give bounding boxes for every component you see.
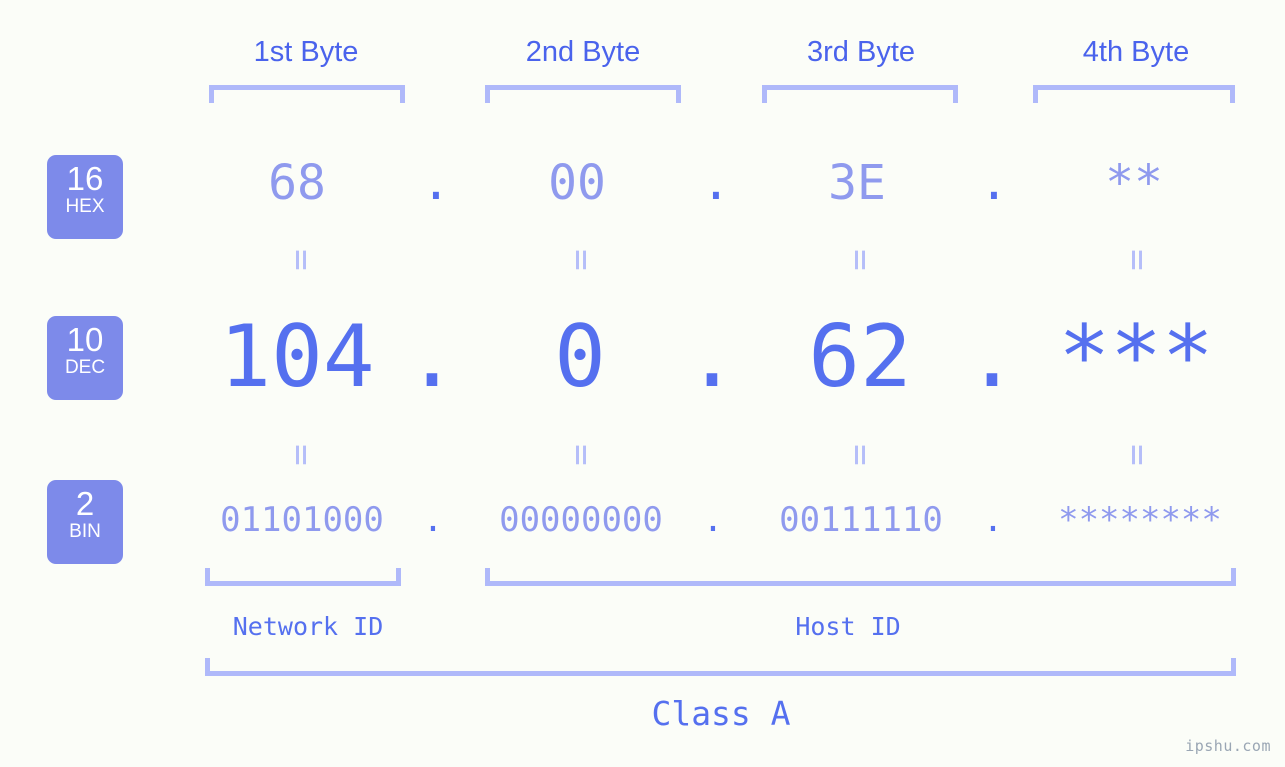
equals-connector-dec-bin-3: = bbox=[840, 444, 881, 466]
base-badge-hex-abbr: HEX bbox=[65, 196, 105, 217]
host-id-bracket bbox=[485, 568, 1236, 586]
hex-separator-3: . bbox=[979, 155, 1009, 211]
bin-byte-3: 00111110 bbox=[779, 500, 943, 540]
hex-separator-2: . bbox=[701, 155, 731, 211]
network-id-bracket bbox=[205, 568, 401, 586]
base-badge-bin-abbr: BIN bbox=[69, 521, 101, 542]
dec-byte-2: 0 bbox=[554, 307, 606, 407]
bin-separator-3: . bbox=[982, 500, 1004, 540]
dec-separator-1: . bbox=[406, 307, 458, 407]
byte-bracket-top-1 bbox=[209, 85, 405, 103]
host-id-label: Host ID bbox=[795, 612, 901, 641]
bin-byte-1: 01101000 bbox=[220, 500, 384, 540]
byte-header-2: 2nd Byte bbox=[525, 36, 641, 68]
byte-header-1: 1st Byte bbox=[253, 36, 359, 68]
dec-byte-3: 62 bbox=[808, 307, 912, 407]
base-badge-dec: 10 DEC bbox=[47, 316, 123, 400]
bin-byte-2: 00000000 bbox=[499, 500, 663, 540]
base-badge-dec-abbr: DEC bbox=[64, 357, 106, 378]
hex-byte-3: 3E bbox=[828, 155, 886, 211]
hex-separator-1: . bbox=[421, 155, 451, 211]
bin-separator-2: . bbox=[702, 500, 724, 540]
byte-header-3: 3rd Byte bbox=[807, 36, 915, 68]
bin-byte-4: ******** bbox=[1058, 500, 1222, 540]
hex-byte-1: 68 bbox=[268, 155, 326, 211]
network-id-label: Network ID bbox=[232, 612, 384, 641]
base-badge-hex-number: 16 bbox=[66, 160, 104, 197]
bin-separator-1: . bbox=[422, 500, 444, 540]
equals-connector-dec-bin-4: = bbox=[1117, 444, 1158, 466]
base-badge-bin-number: 2 bbox=[75, 485, 95, 522]
site-watermark: ipshu.com bbox=[1185, 737, 1271, 755]
equals-connector-dec-bin-2: = bbox=[561, 444, 602, 466]
ip-address-breakdown-diagram: 1st Byte 2nd Byte 3rd Byte 4th Byte 16 H… bbox=[0, 0, 1285, 767]
byte-bracket-top-4 bbox=[1033, 85, 1235, 103]
hex-byte-2: 00 bbox=[548, 155, 606, 211]
dec-byte-4: *** bbox=[1058, 307, 1214, 407]
equals-connector-hex-dec-1: = bbox=[281, 249, 322, 271]
dec-separator-3: . bbox=[966, 307, 1018, 407]
equals-connector-hex-dec-4: = bbox=[1117, 249, 1158, 271]
address-class-label: Class A bbox=[651, 694, 791, 733]
base-badge-hex: 16 HEX bbox=[47, 155, 123, 239]
base-badge-bin: 2 BIN bbox=[47, 480, 123, 564]
base-badge-dec-number: 10 bbox=[66, 321, 104, 358]
byte-bracket-top-2 bbox=[485, 85, 681, 103]
address-class-bracket bbox=[205, 658, 1236, 676]
byte-bracket-top-3 bbox=[762, 85, 958, 103]
hex-byte-4: ** bbox=[1105, 155, 1163, 211]
dec-byte-1: 104 bbox=[219, 307, 375, 407]
equals-connector-hex-dec-3: = bbox=[840, 249, 881, 271]
equals-connector-hex-dec-2: = bbox=[561, 249, 602, 271]
dec-separator-2: . bbox=[686, 307, 738, 407]
byte-header-4: 4th Byte bbox=[1082, 36, 1190, 68]
equals-connector-dec-bin-1: = bbox=[281, 444, 322, 466]
